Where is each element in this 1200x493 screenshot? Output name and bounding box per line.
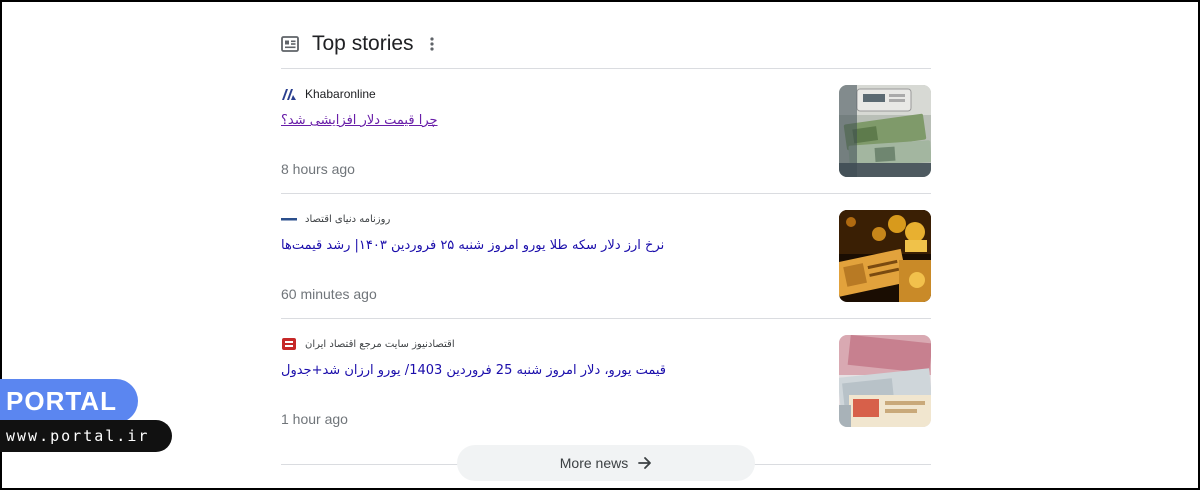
story-source: روزنامه دنیای اقتصاد: [281, 211, 390, 227]
story-card[interactable]: Khabaronline چرا قیمت دلار افزایشی شد؟ 8…: [281, 69, 931, 193]
more-news-button[interactable]: More news: [457, 445, 755, 481]
khabaronline-logo-icon: [282, 89, 296, 100]
story-timestamp: 1 hour ago: [281, 411, 348, 427]
story-headline-link[interactable]: قیمت یورو، دلار امروز شنبه 25 فروردین 14…: [281, 363, 666, 378]
donya-e-eqtesad-logo-icon: [281, 218, 297, 221]
story-timestamp: 60 minutes ago: [281, 286, 377, 302]
more-news-bar: More news: [281, 443, 931, 493]
story-card[interactable]: اقتصادنیوز سایت مرجع اقتصاد ایران قیمت ی…: [281, 319, 931, 443]
news-icon: [281, 36, 299, 52]
euro-banknotes-image[interactable]: [839, 335, 931, 427]
money-counter-image[interactable]: [839, 85, 931, 177]
story-timestamp: 8 hours ago: [281, 161, 355, 177]
top-stories-module: Top stories Khabaronline چرا قیمت دلار ا…: [281, 20, 931, 493]
top-stories-header: Top stories: [281, 20, 931, 68]
gold-coins-image[interactable]: [839, 210, 931, 302]
eghtesadnews-logo-icon: [282, 338, 296, 350]
more-news-label: More news: [559, 455, 629, 471]
portal-watermark-url: www.portal.ir: [0, 420, 172, 452]
more-vert-icon[interactable]: [429, 37, 434, 51]
story-headline-link[interactable]: نرخ ارز دلار سکه طلا یورو امروز شنبه ۲۵ …: [281, 238, 664, 253]
source-name: Khabaronline: [305, 87, 376, 101]
portal-watermark-badge: PORTAL: [0, 379, 138, 423]
story-source: اقتصادنیوز سایت مرجع اقتصاد ایران: [281, 336, 455, 352]
story-source: Khabaronline: [281, 86, 376, 102]
source-name: روزنامه دنیای اقتصاد: [305, 213, 391, 225]
story-headline-link[interactable]: چرا قیمت دلار افزایشی شد؟: [281, 113, 438, 128]
page-title: Top stories: [312, 32, 414, 55]
source-name: اقتصادنیوز سایت مرجع اقتصاد ایران: [305, 338, 455, 350]
arrow-right-icon: [638, 457, 652, 469]
story-card[interactable]: روزنامه دنیای اقتصاد نرخ ارز دلار سکه طل…: [281, 194, 931, 318]
